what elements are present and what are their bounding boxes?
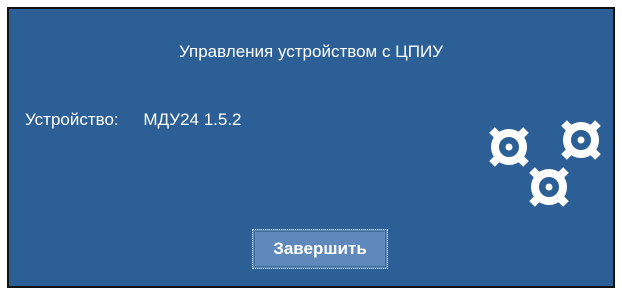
gear-left <box>489 127 529 167</box>
gears-icon <box>475 101 609 219</box>
gear-right <box>561 120 601 160</box>
finish-button[interactable]: Завершить <box>252 229 388 269</box>
dialog-title: Управления устройством с ЦПИУ <box>178 42 443 61</box>
device-label: Устройство: <box>25 110 119 129</box>
device-info-row: Устройство: МДУ24 1.5.2 <box>25 110 242 130</box>
gear-bottom <box>529 167 569 207</box>
dialog-window: Управления устройством с ЦПИУ Устройство… <box>7 7 615 288</box>
device-value: МДУ24 1.5.2 <box>143 110 242 129</box>
